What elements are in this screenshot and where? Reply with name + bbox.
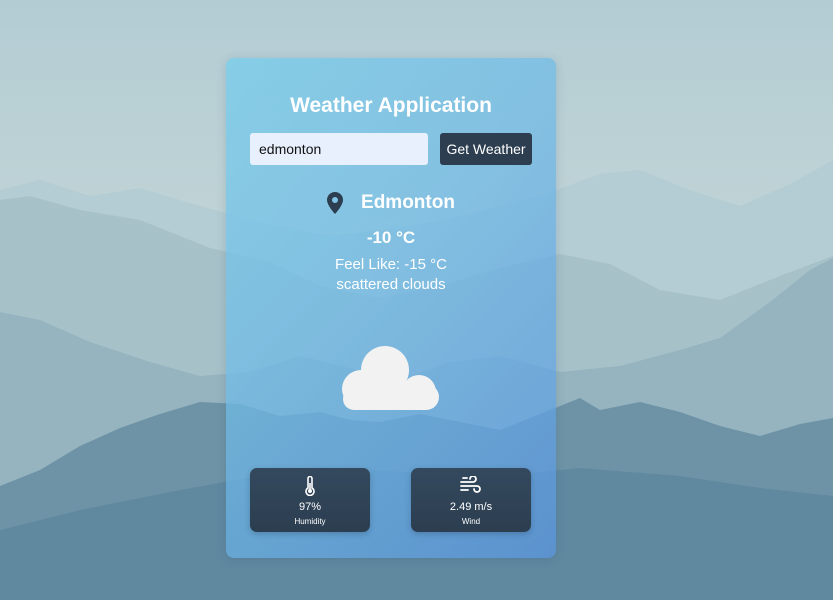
weather-description: scattered clouds <box>336 276 446 293</box>
feels-like: Feel Like: -15 °C <box>335 256 447 273</box>
wind-label: Wind <box>461 517 481 526</box>
humidity-label: Humidity <box>294 517 326 526</box>
humidity-value: 97% <box>298 501 322 513</box>
wind-value: 2.49 m/s <box>449 501 493 513</box>
wind-card: 2.49 m/s Wind <box>411 468 531 532</box>
cloud-icon <box>342 346 439 410</box>
humidity-card: 97% Humidity <box>250 468 370 532</box>
wind-icon <box>411 476 531 496</box>
location-pin-icon <box>327 192 344 214</box>
page-background: Weather Application Get Weather Edmonton… <box>0 0 833 600</box>
temperature: -10 °C <box>366 228 416 247</box>
city-row: Edmonton <box>226 190 556 216</box>
thermometer-icon <box>250 476 370 496</box>
get-weather-button[interactable]: Get Weather <box>440 133 532 165</box>
weather-card: Weather Application Get Weather Edmonton… <box>226 58 556 558</box>
app-title: Weather Application <box>290 94 492 117</box>
city-search-input[interactable] <box>250 133 428 165</box>
city-name: Edmonton <box>361 192 455 213</box>
